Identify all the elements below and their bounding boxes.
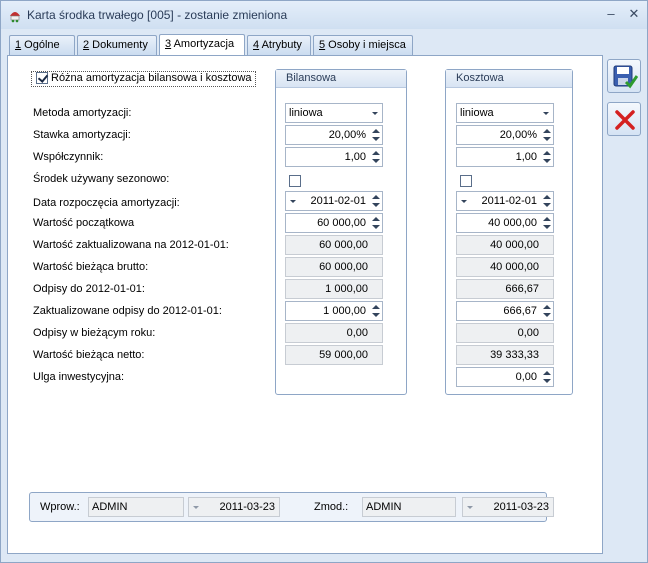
bil-date-dropdown-icon[interactable] xyxy=(290,200,296,203)
close-button[interactable]: ✕ xyxy=(625,6,643,22)
bil-wartosc-zaktualizowana-field: 60 000,00 xyxy=(285,235,383,255)
label-zaktualizowane-odpisy: Zaktualizowane odpisy do 2012-01-01: xyxy=(33,305,222,317)
kosz-stawka-spinner[interactable] xyxy=(543,128,551,142)
kosz-wartosc-poczatkowa-input[interactable]: 40 000,00 xyxy=(456,213,554,233)
window: Karta środka trwałego [005] - zostanie z… xyxy=(0,0,648,563)
wprow-date-field: 2011-03-23 xyxy=(188,497,280,517)
kosz-wspolczynnik-spinner[interactable] xyxy=(543,150,551,164)
bil-wartosc-poczatkowa-spinner[interactable] xyxy=(372,216,380,230)
bil-date-spinner[interactable] xyxy=(372,194,380,208)
wprow-date-dropdown-icon xyxy=(193,506,199,509)
label-wartosc-biezaca-brutto: Wartość bieżąca brutto: xyxy=(33,261,149,273)
kosz-metoda-select[interactable]: liniowa xyxy=(456,103,554,123)
window-title: Karta środka trwałego [005] - zostanie z… xyxy=(27,8,288,22)
diff-amortization-label: Różna amortyzacja bilansowa i kosztowa xyxy=(51,72,252,85)
kosz-stawka-input[interactable]: 20,00% xyxy=(456,125,554,145)
zmod-label: Zmod.: xyxy=(314,501,349,513)
bil-odpisy-field: 1 000,00 xyxy=(285,279,383,299)
label-wspolczynnik: Współczynnik: xyxy=(33,151,104,163)
bil-zaktualizowane-odpisy-input[interactable]: 1 000,00 xyxy=(285,301,383,321)
tab-dokumenty[interactable]: 2 Dokumenty xyxy=(77,35,157,55)
tab-ogolne[interactable]: 1 Ogólne xyxy=(9,35,75,55)
kosz-ulga-input[interactable]: 0,00 xyxy=(456,367,554,387)
kosz-odpisy-field: 666,67 xyxy=(456,279,554,299)
diff-amortization-checkbox[interactable]: Różna amortyzacja bilansowa i kosztowa xyxy=(31,71,256,87)
bil-data-rozpoczecia-input[interactable]: 2011-02-01 xyxy=(285,191,383,211)
zmod-date-field: 2011-03-23 xyxy=(462,497,554,517)
kosz-wartosc-biezaca-netto-field: 39 333,33 xyxy=(456,345,554,365)
minimize-button[interactable]: – xyxy=(602,6,620,22)
label-wartosc-biezaca-netto: Wartość bieżąca netto: xyxy=(33,349,145,361)
label-sezonowo: Środek używany sezonowo: xyxy=(33,173,170,185)
kosz-data-rozpoczecia-input[interactable]: 2011-02-01 xyxy=(456,191,554,211)
kosz-wartosc-biezaca-brutto-field: 40 000,00 xyxy=(456,257,554,277)
cancel-button[interactable] xyxy=(607,102,641,136)
bil-zaktualizowane-odpisy-spinner[interactable] xyxy=(372,304,380,318)
save-button[interactable] xyxy=(607,59,641,93)
wprow-user-field: ADMIN xyxy=(88,497,184,517)
group-kosztowa-header: Kosztowa xyxy=(446,70,572,88)
bil-metoda-select[interactable]: liniowa xyxy=(285,103,383,123)
bil-odpisy-biezacy-rok-field: 0,00 xyxy=(285,323,383,343)
cancel-icon xyxy=(615,110,635,130)
label-odpisy: Odpisy do 2012-01-01: xyxy=(33,283,145,295)
bil-wartosc-biezaca-brutto-field: 60 000,00 xyxy=(285,257,383,277)
label-stawka: Stawka amortyzacji: xyxy=(33,129,131,141)
zmod-date-dropdown-icon xyxy=(467,506,473,509)
group-bilansowa-header: Bilansowa xyxy=(276,70,406,88)
label-wartosc-poczatkowa: Wartość początkowa xyxy=(33,217,135,229)
kosz-wartosc-zaktualizowana-field: 40 000,00 xyxy=(456,235,554,255)
kosz-ulga-spinner[interactable] xyxy=(543,370,551,384)
save-icon xyxy=(613,65,638,89)
zmod-user-field: ADMIN xyxy=(362,497,456,517)
kosz-zaktualizowane-odpisy-input[interactable]: 666,67 xyxy=(456,301,554,321)
kosz-wartosc-poczatkowa-spinner[interactable] xyxy=(543,216,551,230)
tab-amortyzacja[interactable]: 3 Amortyzacja xyxy=(159,34,245,55)
bil-wspolczynnik-spinner[interactable] xyxy=(372,150,380,164)
label-wartosc-zaktualizowana: Wartość zaktualizowana na 2012-01-01: xyxy=(33,239,229,251)
diff-amortization-checkmark[interactable] xyxy=(36,72,48,85)
bil-wartosc-poczatkowa-input[interactable]: 60 000,00 xyxy=(285,213,383,233)
label-data-rozpoczecia: Data rozpoczęcia amortyzacji: xyxy=(33,197,180,209)
title-bar: Karta środka trwałego [005] - zostanie z… xyxy=(1,1,647,29)
label-odpisy-biezacy-rok: Odpisy w bieżącym roku: xyxy=(33,327,156,339)
kosz-sezonowo-checkbox[interactable] xyxy=(460,175,472,187)
audit-footer: Wprow.: ADMIN 2011-03-23 Zmod.: ADMIN 20… xyxy=(29,492,554,522)
tab-atrybuty[interactable]: 4 Atrybuty xyxy=(247,35,311,55)
bil-stawka-spinner[interactable] xyxy=(372,128,380,142)
label-metoda: Metoda amortyzacji: xyxy=(33,107,132,119)
kosz-date-dropdown-icon[interactable] xyxy=(461,200,467,203)
tab-osoby-i-miejsca[interactable]: 5 Osoby i miejsca xyxy=(313,35,413,55)
kosz-odpisy-biezacy-rok-field: 0,00 xyxy=(456,323,554,343)
app-icon xyxy=(7,7,23,23)
kosz-zaktualizowane-odpisy-spinner[interactable] xyxy=(543,304,551,318)
kosz-date-spinner[interactable] xyxy=(543,194,551,208)
bil-wartosc-biezaca-netto-field: 59 000,00 xyxy=(285,345,383,365)
bil-sezonowo-checkbox[interactable] xyxy=(289,175,301,187)
label-ulga: Ulga inwestycyjna: xyxy=(33,371,125,383)
kosz-wspolczynnik-input[interactable]: 1,00 xyxy=(456,147,554,167)
wprow-label: Wprow.: xyxy=(40,501,80,513)
bil-wspolczynnik-input[interactable]: 1,00 xyxy=(285,147,383,167)
bil-stawka-input[interactable]: 20,00% xyxy=(285,125,383,145)
